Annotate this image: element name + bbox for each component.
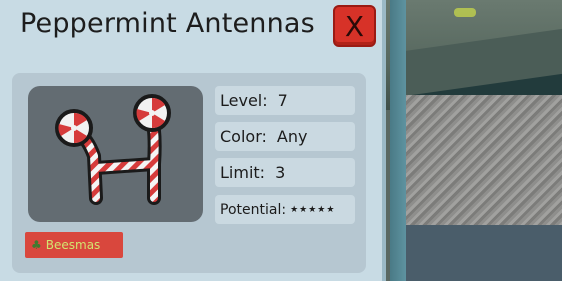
limit-value: 3 [275,163,286,182]
stat-level: Level: 7 [215,86,355,115]
color-label: Color: [220,127,267,146]
world-textured-wall [404,95,562,245]
stat-potential: Potential: ★★★★★ [215,195,355,224]
potential-stars: ★★★★★ [290,204,336,215]
close-label: X [344,9,365,43]
stat-color: Color: Any [215,122,355,151]
close-button[interactable]: X [333,5,376,47]
peppermint-antennas-icon [55,94,171,205]
level-value: 7 [277,91,288,110]
world-pillar [390,0,406,281]
world-floor [404,225,562,281]
game-world-background [384,0,562,281]
potential-label: Potential: [220,201,287,218]
item-icon-frame [28,86,203,222]
level-label: Level: [220,91,268,110]
beesmas-tag[interactable]: ♣ Beesmas [25,232,123,258]
stat-limit: Limit: 3 [215,158,355,187]
tag-label: Beesmas [45,238,101,252]
item-title: Peppermint Antennas [20,8,315,39]
limit-label: Limit: [220,163,266,182]
world-light-object [454,8,476,17]
color-value: Any [276,127,308,146]
tree-icon: ♣ [31,238,42,252]
item-info-panel: Peppermint Antennas X Level: 7 Color: An… [0,0,382,281]
